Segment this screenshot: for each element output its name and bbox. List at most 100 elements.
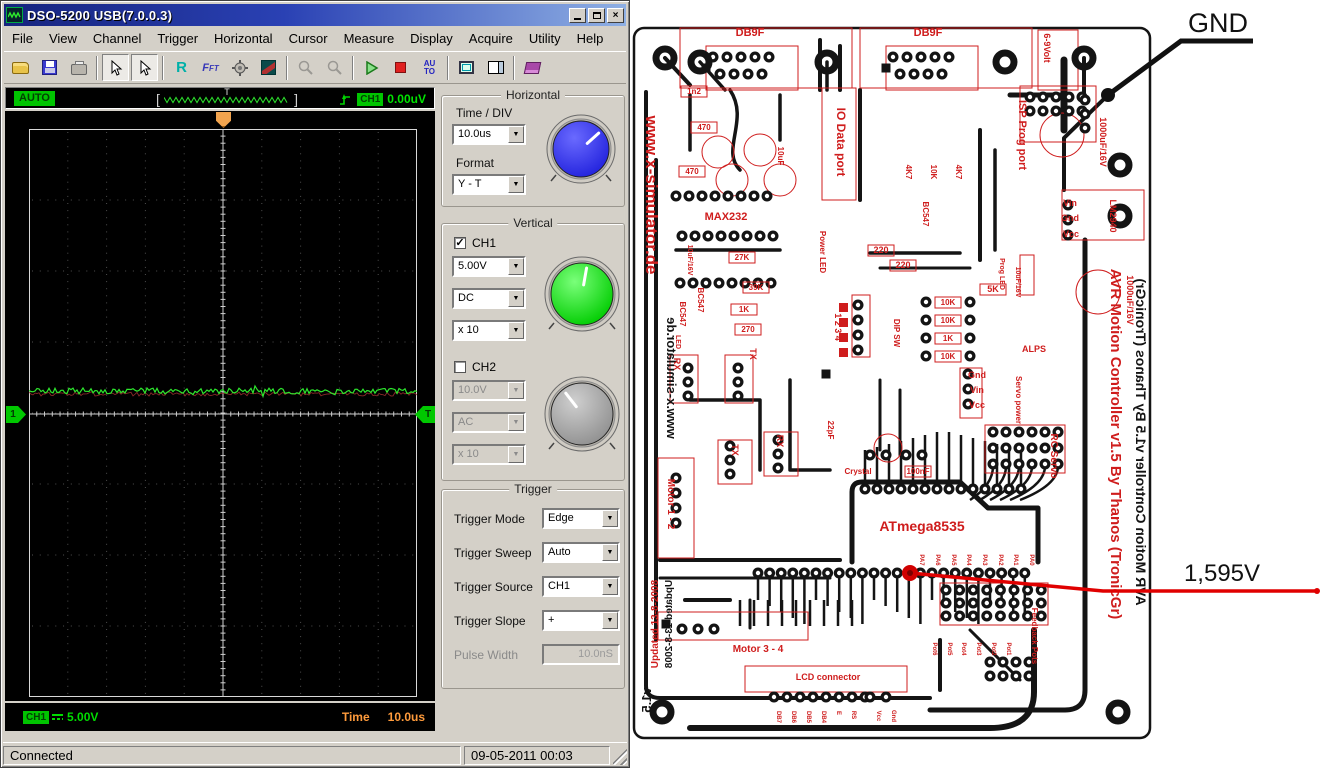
pointer-alt-icon[interactable]	[131, 54, 158, 81]
menu-file[interactable]: File	[4, 29, 41, 48]
horizontal-knob[interactable]	[546, 114, 616, 189]
menu-acquire[interactable]: Acquire	[461, 29, 521, 48]
display-color-icon[interactable]	[255, 54, 282, 81]
time-value: 10.0us	[388, 710, 425, 724]
menu-help[interactable]: Help	[569, 29, 612, 48]
panel-layout-icon[interactable]	[482, 54, 509, 81]
chevron-down-icon[interactable]: ▼	[602, 612, 618, 629]
ch2-coupling-select: AC ▼	[452, 412, 526, 433]
autoset-icon[interactable]: AUTO	[416, 54, 443, 81]
maximize-button[interactable]	[588, 8, 605, 23]
stop-acquisition-icon[interactable]	[387, 54, 414, 81]
horizontal-panel: Horizontal Time / DIV 10.0us ▼ Format Y …	[441, 95, 625, 207]
trigger-panel-title: Trigger	[509, 482, 557, 496]
menu-horizontal[interactable]: Horizontal	[206, 29, 281, 48]
pcb-silkscreen-label: LED	[674, 335, 681, 349]
oscilloscope-window: DSO-5200 USB(7.0.0.3) × FileViewChannelT…	[0, 0, 630, 768]
ch1-position-marker[interactable]: 1	[6, 406, 26, 423]
minimize-button[interactable]	[569, 8, 586, 23]
pcb-silkscreen-label: 470	[685, 167, 699, 176]
settings-gear-icon[interactable]	[226, 54, 253, 81]
start-acquisition-icon[interactable]	[358, 54, 385, 81]
time-label: Time	[342, 710, 370, 724]
ch2-checkbox[interactable]	[454, 361, 466, 373]
pcb-silkscreen-label: PA6	[934, 554, 940, 566]
connection-status: Connected	[3, 746, 461, 765]
trigger-level-marker[interactable]: T	[415, 406, 435, 423]
scope-grid	[29, 129, 417, 697]
ch1-volt-select[interactable]: 5.00V ▼	[452, 256, 526, 277]
close-button[interactable]: ×	[607, 8, 624, 23]
ch1-coupling-select[interactable]: DC ▼	[452, 288, 526, 309]
pcb-silkscreen-label: TX	[730, 444, 740, 456]
refresh-r-icon[interactable]: R	[168, 54, 195, 81]
pcb-silkscreen-label: LCD connector	[796, 672, 861, 682]
pcb-silkscreen-label: 5K	[987, 284, 999, 294]
chevron-down-icon[interactable]: ▼	[602, 510, 618, 527]
pcb-silkscreen-label: Vin	[970, 385, 984, 395]
menu-channel[interactable]: Channel	[85, 29, 149, 48]
chevron-down-icon: ▼	[508, 382, 524, 399]
open-file-icon[interactable]	[7, 54, 34, 81]
pcb-silkscreen-label: 10uF	[776, 147, 785, 166]
voltage-annotation: 1,595V	[1184, 560, 1260, 587]
pcb-silkscreen-label: DB5	[805, 711, 811, 724]
ch1-probe-select[interactable]: x 10 ▼	[452, 320, 526, 341]
pcb-silkscreen-label: Pot1	[1005, 642, 1011, 656]
chevron-down-icon[interactable]: ▼	[508, 126, 524, 143]
pcb-silkscreen-label: 4K7	[904, 165, 913, 180]
pointer-icon[interactable]	[102, 54, 129, 81]
pcb-silkscreen-label: 1 2 3 4	[833, 313, 843, 341]
pcb-silkscreen-label: DB4	[820, 711, 826, 724]
pulse-width-field: 10.0nS	[542, 644, 620, 665]
ch1-checkbox[interactable]: ✓	[454, 237, 466, 249]
ch2-volt-select: 10.0V ▼	[452, 380, 526, 401]
chevron-down-icon[interactable]: ▼	[508, 290, 524, 307]
scope-bottom-bar: CH1 5.00V Time 10.0us	[5, 703, 435, 731]
trigger-sweep-select[interactable]: Auto▼	[542, 542, 620, 563]
print-icon[interactable]	[65, 54, 92, 81]
pcb-silkscreen-label: PA3	[981, 554, 987, 566]
time-div-select[interactable]: 10.0us ▼	[452, 124, 526, 145]
chevron-down-icon[interactable]: ▼	[602, 578, 618, 595]
chevron-down-icon[interactable]: ▼	[508, 258, 524, 275]
menu-display[interactable]: Display	[402, 29, 461, 48]
chevron-down-icon[interactable]: ▼	[508, 322, 524, 339]
pcb-silkscreen-label: Pot2	[990, 642, 996, 656]
trigger-edge-icon	[339, 92, 353, 107]
pcb-silkscreen-label: 39K	[749, 283, 764, 292]
ch1-scale-readout: 5.00V	[67, 710, 98, 724]
waveform-preview[interactable]: T [ ]	[156, 89, 298, 109]
pcb-silkscreen-label: Gnd	[890, 710, 896, 722]
trigger-row-label: Trigger Slope	[454, 614, 526, 628]
fft-icon[interactable]: FFT	[197, 54, 224, 81]
trigger-position-marker[interactable]	[216, 112, 231, 128]
trigger-source-select[interactable]: CH1▼	[542, 576, 620, 597]
fullscreen-icon[interactable]	[453, 54, 480, 81]
menu-utility[interactable]: Utility	[521, 29, 569, 48]
ch1-position-knob[interactable]	[544, 256, 620, 337]
trigger-slope-select[interactable]: +▼	[542, 610, 620, 631]
resize-grip[interactable]	[613, 746, 627, 765]
pcb-silkscreen-label: Updated 13-8-2008	[650, 579, 661, 668]
trigger-row-label: Trigger Sweep	[454, 546, 532, 560]
format-select[interactable]: Y - T ▼	[452, 174, 526, 195]
scope-area: AUTO T [ ] CH1 0.00uV 1 T CH1	[5, 87, 435, 737]
chevron-down-icon[interactable]: ▼	[602, 544, 618, 561]
menu-measure[interactable]: Measure	[336, 29, 403, 48]
help-book-icon[interactable]	[519, 54, 546, 81]
menu-view[interactable]: View	[41, 29, 85, 48]
toolbar-separator	[352, 56, 354, 80]
save-icon[interactable]	[36, 54, 63, 81]
toolbar-separator	[447, 56, 449, 80]
trigger-mode-select[interactable]: Edge▼	[542, 508, 620, 529]
chevron-down-icon[interactable]: ▼	[508, 176, 524, 193]
pcb-silkscreen-label: PA5	[950, 554, 956, 566]
menu-trigger[interactable]: Trigger	[149, 29, 206, 48]
pcb-silkscreen-label: 470	[697, 123, 711, 132]
scope-display: 1 T	[5, 111, 435, 701]
time-div-label: Time / DIV	[456, 106, 512, 120]
window-title: DSO-5200 USB(7.0.0.3)	[27, 8, 569, 23]
menu-cursor[interactable]: Cursor	[281, 29, 336, 48]
ch2-position-knob[interactable]	[544, 376, 620, 457]
